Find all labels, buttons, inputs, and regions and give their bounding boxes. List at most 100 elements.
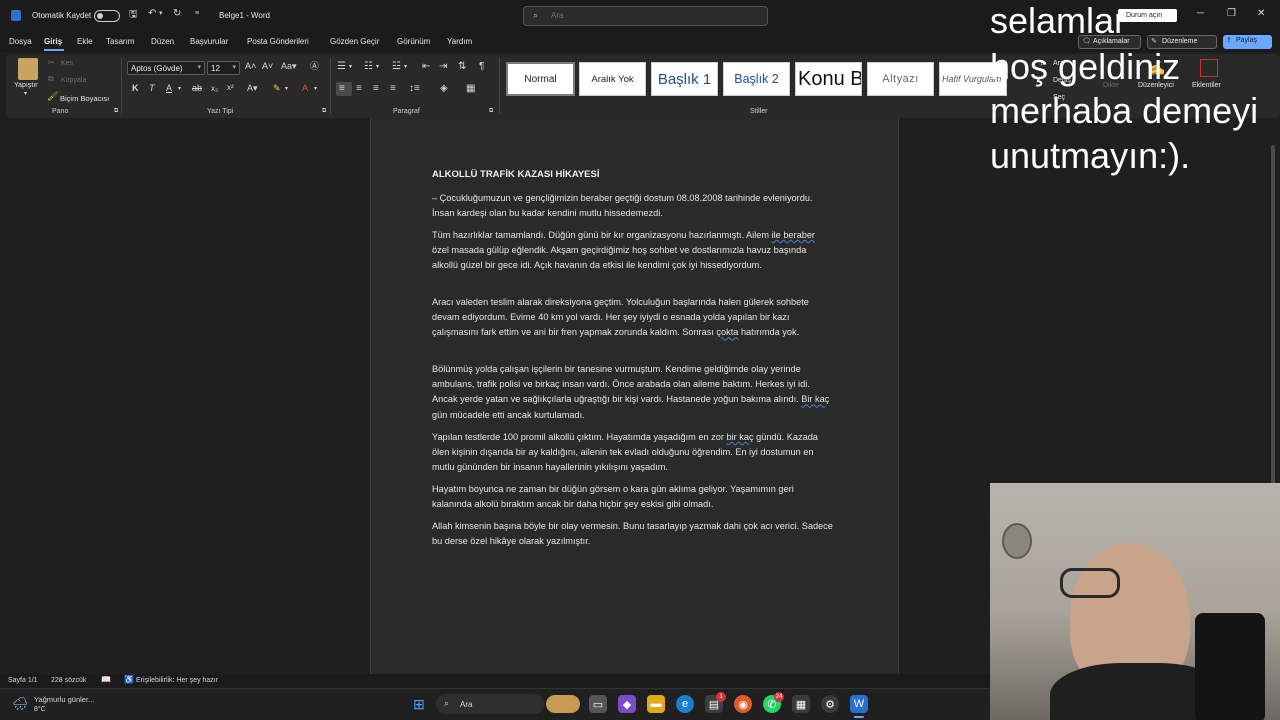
font-color-icon[interactable]: A bbox=[302, 84, 308, 93]
decrease-indent-icon[interactable]: ⇤ bbox=[422, 62, 430, 72]
page-count[interactable]: Sayfa 1/1 bbox=[8, 677, 38, 684]
tab-home[interactable]: Giriş bbox=[44, 37, 62, 46]
firefox-icon[interactable]: ◉ bbox=[734, 695, 752, 713]
paragraph-launcher-icon[interactable]: ⧉ bbox=[489, 108, 493, 114]
shrink-font-icon[interactable]: A˅ bbox=[262, 62, 273, 71]
tab-mailings[interactable]: Posta Gönderileri bbox=[247, 37, 309, 46]
autosave-toggle[interactable] bbox=[94, 10, 120, 22]
multilevel-list-icon[interactable]: ☳ bbox=[392, 62, 401, 72]
font-name-combo[interactable]: Aptos (Gövde) ▾ bbox=[127, 61, 205, 75]
highlight-dropdown-icon[interactable]: ▾ bbox=[285, 86, 288, 92]
tab-layout[interactable]: Düzen bbox=[151, 37, 174, 46]
share-button[interactable]: ⇪ Paylaş bbox=[1223, 35, 1272, 49]
align-right-icon[interactable]: ≡ bbox=[373, 84, 379, 94]
settings-icon[interactable]: ⚙ bbox=[821, 695, 839, 713]
multilevel-dropdown-icon[interactable]: ▾ bbox=[404, 64, 407, 70]
borders-icon[interactable]: ▦ bbox=[466, 84, 475, 94]
minimize-icon[interactable]: ─ bbox=[1197, 8, 1204, 19]
restore-icon[interactable]: ❐ bbox=[1227, 8, 1236, 19]
underline-icon[interactable]: A bbox=[166, 84, 172, 93]
weather-text[interactable]: Yağmurlu günler... bbox=[34, 695, 94, 704]
superscript-icon[interactable]: x² bbox=[227, 84, 234, 92]
clipboard-launcher-icon[interactable]: ⧉ bbox=[114, 108, 118, 114]
change-case-icon[interactable]: Aa▾ bbox=[281, 62, 297, 71]
tab-view[interactable]: Görünüm bbox=[397, 37, 430, 46]
align-center-icon[interactable]: ≡ bbox=[356, 84, 362, 94]
strikethrough-icon[interactable]: ab bbox=[192, 84, 202, 93]
style-subtitle[interactable]: Altyazı bbox=[867, 62, 934, 96]
sort-icon[interactable]: ⇅ bbox=[458, 62, 466, 72]
numbering-dropdown-icon[interactable]: ▾ bbox=[376, 64, 379, 70]
style-heading-1[interactable]: Başlık 1 bbox=[651, 62, 718, 96]
tab-design[interactable]: Tasarım bbox=[106, 37, 134, 46]
justify-icon[interactable]: ≡ bbox=[390, 84, 396, 94]
tab-references[interactable]: Başvurular bbox=[190, 37, 228, 46]
clear-formatting-icon[interactable]: Ⓐ bbox=[310, 62, 319, 71]
grow-font-icon[interactable]: A˄ bbox=[245, 62, 256, 71]
font-launcher-icon[interactable]: ⧉ bbox=[322, 108, 326, 114]
spelling-flag[interactable]: Bir kaç bbox=[801, 394, 829, 404]
edge-icon[interactable]: e bbox=[676, 695, 694, 713]
app-icon[interactable]: ▦ bbox=[792, 695, 810, 713]
shading-icon[interactable]: ◈ bbox=[440, 84, 448, 94]
text-run: Bölünmüş yolda çalışan işçilerin bir tan… bbox=[432, 364, 810, 405]
highlight-icon[interactable]: ✎ bbox=[273, 84, 281, 93]
task-view-icon[interactable]: ▭ bbox=[589, 695, 607, 713]
style-heading-2[interactable]: Başlık 2 bbox=[723, 62, 790, 96]
word-app-icon[interactable] bbox=[11, 10, 21, 21]
style-normal[interactable]: Normal bbox=[506, 62, 575, 96]
undo-dropdown-icon[interactable]: ▾ bbox=[159, 10, 163, 17]
format-painter-icon[interactable]: 🖌 bbox=[47, 92, 58, 101]
paste-label[interactable]: Yapıştır bbox=[14, 82, 38, 89]
format-painter-label[interactable]: Biçim Boyacısı bbox=[60, 94, 109, 103]
chevron-down-icon: ▾ bbox=[197, 64, 201, 71]
file-explorer-icon[interactable]: ▬ bbox=[647, 695, 665, 713]
status-button[interactable]: Durum açın bbox=[1118, 9, 1177, 22]
customize-toolbar-icon[interactable]: ≡ bbox=[195, 10, 199, 17]
start-icon[interactable]: ⊞ bbox=[410, 695, 428, 713]
increase-indent-icon[interactable]: ⇥ bbox=[439, 62, 447, 72]
paragraph-3: Aracı valeden teslim alarak direksiyona … bbox=[432, 295, 834, 341]
paste-dropdown-icon[interactable]: ▾ bbox=[24, 91, 27, 97]
underline-dropdown-icon[interactable]: ▾ bbox=[178, 86, 181, 92]
proofing-icon[interactable]: 📖 bbox=[101, 676, 111, 684]
widget-image[interactable] bbox=[546, 695, 580, 713]
style-title[interactable]: Konu B bbox=[795, 62, 862, 96]
undo-icon[interactable]: ↶ bbox=[148, 9, 156, 19]
line-spacing-icon[interactable]: ↕≡ bbox=[409, 84, 420, 94]
word-count[interactable]: 228 sözcük bbox=[51, 677, 86, 684]
addins-label[interactable]: Eklentiler bbox=[1192, 82, 1221, 89]
show-formatting-icon[interactable]: ¶ bbox=[479, 62, 484, 72]
spelling-flag[interactable]: ile beraber bbox=[772, 230, 815, 240]
bullets-dropdown-icon[interactable]: ▾ bbox=[349, 64, 352, 70]
spelling-flag[interactable]: bir kaç bbox=[726, 432, 753, 442]
style-no-spacing[interactable]: Aralık Yok bbox=[579, 62, 646, 96]
text-effects-icon[interactable]: A▾ bbox=[247, 84, 258, 93]
font-color-dropdown-icon[interactable]: ▾ bbox=[314, 86, 317, 92]
redo-icon[interactable]: ↻ bbox=[173, 9, 181, 19]
copilot-icon[interactable]: ◆ bbox=[618, 695, 636, 713]
search-input[interactable] bbox=[551, 11, 751, 20]
word-taskbar-icon[interactable]: W bbox=[850, 695, 868, 713]
tab-insert[interactable]: Ekle bbox=[77, 37, 93, 46]
tab-review[interactable]: Gözden Geçir bbox=[330, 37, 379, 46]
close-icon[interactable]: ✕ bbox=[1257, 8, 1265, 19]
search-box[interactable]: ⌕ bbox=[523, 6, 768, 26]
clipboard-group-label: Pano bbox=[52, 108, 69, 115]
italic-icon[interactable]: T bbox=[149, 84, 155, 93]
accessibility-status[interactable]: Erişilebilirlik: Her şey hazır bbox=[136, 677, 218, 684]
taskbar-search[interactable]: ⌕ Ara bbox=[436, 694, 544, 714]
subscript-icon[interactable]: x₂ bbox=[211, 85, 218, 93]
save-icon[interactable]: 🖫 bbox=[129, 10, 138, 20]
numbering-icon[interactable]: ☷ bbox=[364, 62, 373, 72]
tab-help[interactable]: Yardım bbox=[447, 37, 472, 46]
paste-icon[interactable] bbox=[18, 58, 38, 80]
tab-file[interactable]: Dosya bbox=[9, 37, 32, 46]
spelling-flag[interactable]: çokta bbox=[716, 327, 738, 337]
weather-icon[interactable]: 🌧 bbox=[12, 697, 29, 710]
bullets-icon[interactable]: ☰ bbox=[337, 62, 346, 72]
align-left-button[interactable]: ≡ bbox=[336, 82, 352, 96]
addins-icon[interactable] bbox=[1200, 59, 1218, 77]
bold-icon[interactable]: K bbox=[132, 84, 139, 93]
font-size-combo[interactable]: 12 ▾ bbox=[207, 61, 240, 75]
